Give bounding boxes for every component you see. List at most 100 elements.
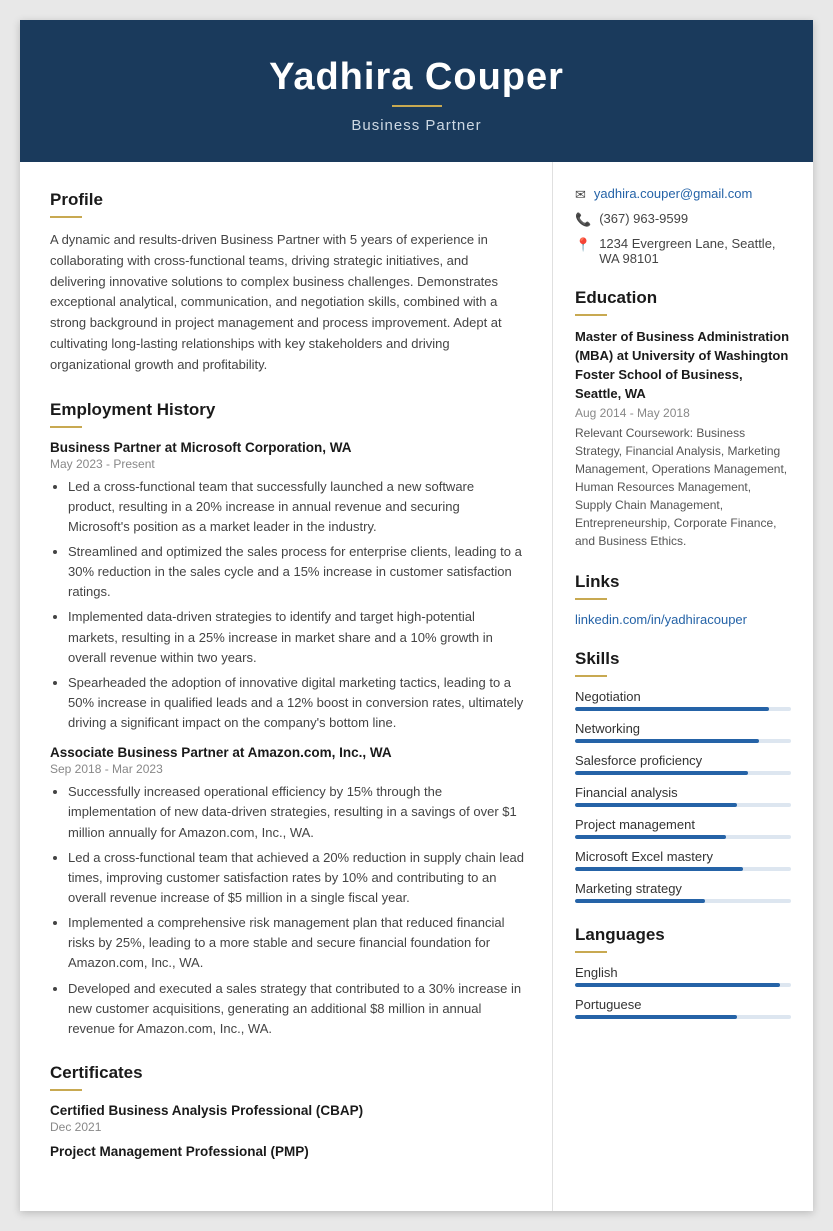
certificates-section: Certificates Certified Business Analysis…: [50, 1063, 524, 1159]
skill-item: Networking: [575, 721, 791, 743]
language-bar-fill: [575, 1015, 737, 1019]
job-1-date: May 2023 - Present: [50, 457, 524, 471]
links-section: Links linkedin.com/in/yadhiracouper: [575, 572, 791, 627]
profile-text: A dynamic and results-driven Business Pa…: [50, 230, 524, 376]
skill-name: Financial analysis: [575, 785, 791, 800]
skill-bar-fill: [575, 803, 737, 807]
skill-item: Negotiation: [575, 689, 791, 711]
skills-section: Skills Negotiation Networking Salesforce…: [575, 649, 791, 903]
profile-divider: [50, 216, 82, 218]
links-divider: [575, 598, 607, 600]
skill-item: Microsoft Excel mastery: [575, 849, 791, 871]
candidate-name: Yadhira Couper: [40, 56, 793, 99]
list-item: Streamlined and optimized the sales proc…: [68, 542, 524, 602]
edu-1-dates: Aug 2014 - May 2018: [575, 406, 791, 420]
skill-bar-fill: [575, 739, 759, 743]
skill-bar-fill: [575, 771, 748, 775]
cert-1: Certified Business Analysis Professional…: [50, 1103, 524, 1134]
phone-item: 📞 (367) 963-9599: [575, 211, 791, 228]
cert-1-title: Certified Business Analysis Professional…: [50, 1103, 524, 1118]
language-bar-fill: [575, 983, 780, 987]
right-column: ✉ yadhira.couper@gmail.com 📞 (367) 963-9…: [553, 162, 813, 1211]
skill-item: Project management: [575, 817, 791, 839]
skill-name: Networking: [575, 721, 791, 736]
candidate-title: Business Partner: [40, 117, 793, 134]
list-item: Led a cross-functional team that success…: [68, 477, 524, 537]
language-name: English: [575, 965, 791, 980]
job-1-bullets: Led a cross-functional team that success…: [50, 477, 524, 734]
languages-list: English Portuguese: [575, 965, 791, 1019]
phone-text: (367) 963-9599: [599, 211, 688, 226]
certificates-title: Certificates: [50, 1063, 524, 1083]
left-column: Profile A dynamic and results-driven Bus…: [20, 162, 553, 1211]
skill-bar-bg: [575, 803, 791, 807]
profile-title: Profile: [50, 190, 524, 210]
list-item: Developed and executed a sales strategy …: [68, 979, 524, 1039]
skill-bar-fill: [575, 867, 743, 871]
address-item: 📍 1234 Evergreen Lane, Seattle, WA 98101: [575, 236, 791, 266]
cert-2: Project Management Professional (PMP): [50, 1144, 524, 1159]
job-2-date: Sep 2018 - Mar 2023: [50, 762, 524, 776]
language-item: Portuguese: [575, 997, 791, 1019]
list-item: Led a cross-functional team that achieve…: [68, 848, 524, 908]
skills-list: Negotiation Networking Salesforce profic…: [575, 689, 791, 903]
language-name: Portuguese: [575, 997, 791, 1012]
address-icon: 📍: [575, 237, 591, 253]
list-item: Successfully increased operational effic…: [68, 782, 524, 842]
skill-bar-fill: [575, 899, 705, 903]
linkedin-link[interactable]: linkedin.com/in/yadhiracouper: [575, 612, 747, 627]
skills-title: Skills: [575, 649, 791, 669]
address-text: 1234 Evergreen Lane, Seattle, WA 98101: [599, 236, 791, 266]
skill-item: Financial analysis: [575, 785, 791, 807]
skill-name: Negotiation: [575, 689, 791, 704]
employment-divider: [50, 426, 82, 428]
skill-bar-bg: [575, 739, 791, 743]
employment-section: Employment History Business Partner at M…: [50, 400, 524, 1039]
employment-title: Employment History: [50, 400, 524, 420]
language-bar-bg: [575, 1015, 791, 1019]
resume-body: Profile A dynamic and results-driven Bus…: [20, 162, 813, 1211]
education-divider: [575, 314, 607, 316]
certificates-divider: [50, 1089, 82, 1091]
edu-1: Master of Business Administration (MBA) …: [575, 328, 791, 550]
email-icon: ✉: [575, 187, 586, 203]
skill-item: Marketing strategy: [575, 881, 791, 903]
resume-container: Yadhira Couper Business Partner Profile …: [20, 20, 813, 1211]
job-2-bullets: Successfully increased operational effic…: [50, 782, 524, 1039]
skill-bar-bg: [575, 899, 791, 903]
skill-bar-fill: [575, 707, 769, 711]
job-1-title: Business Partner at Microsoft Corporatio…: [50, 440, 524, 455]
language-bar-bg: [575, 983, 791, 987]
language-item: English: [575, 965, 791, 987]
list-item: Spearheaded the adoption of innovative d…: [68, 673, 524, 733]
profile-section: Profile A dynamic and results-driven Bus…: [50, 190, 524, 376]
header-divider: [392, 105, 442, 107]
skill-item: Salesforce proficiency: [575, 753, 791, 775]
skill-bar-bg: [575, 867, 791, 871]
languages-section: Languages English Portuguese: [575, 925, 791, 1019]
list-item: Implemented data-driven strategies to id…: [68, 607, 524, 667]
skill-bar-bg: [575, 771, 791, 775]
education-title: Education: [575, 288, 791, 308]
cert-2-title: Project Management Professional (PMP): [50, 1144, 524, 1159]
email-link[interactable]: yadhira.couper@gmail.com: [594, 186, 752, 201]
education-section: Education Master of Business Administrat…: [575, 288, 791, 550]
skill-name: Microsoft Excel mastery: [575, 849, 791, 864]
languages-title: Languages: [575, 925, 791, 945]
links-title: Links: [575, 572, 791, 592]
skill-bar-bg: [575, 835, 791, 839]
phone-icon: 📞: [575, 212, 591, 228]
edu-1-desc: Relevant Coursework: Business Strategy, …: [575, 424, 791, 550]
contact-section: ✉ yadhira.couper@gmail.com 📞 (367) 963-9…: [575, 186, 791, 266]
skill-bar-fill: [575, 835, 726, 839]
list-item: Implemented a comprehensive risk managem…: [68, 913, 524, 973]
skill-name: Salesforce proficiency: [575, 753, 791, 768]
resume-header: Yadhira Couper Business Partner: [20, 20, 813, 162]
skill-bar-bg: [575, 707, 791, 711]
languages-divider: [575, 951, 607, 953]
job-1: Business Partner at Microsoft Corporatio…: [50, 440, 524, 734]
skill-name: Project management: [575, 817, 791, 832]
cert-1-date: Dec 2021: [50, 1120, 524, 1134]
skills-divider: [575, 675, 607, 677]
job-2: Associate Business Partner at Amazon.com…: [50, 745, 524, 1039]
